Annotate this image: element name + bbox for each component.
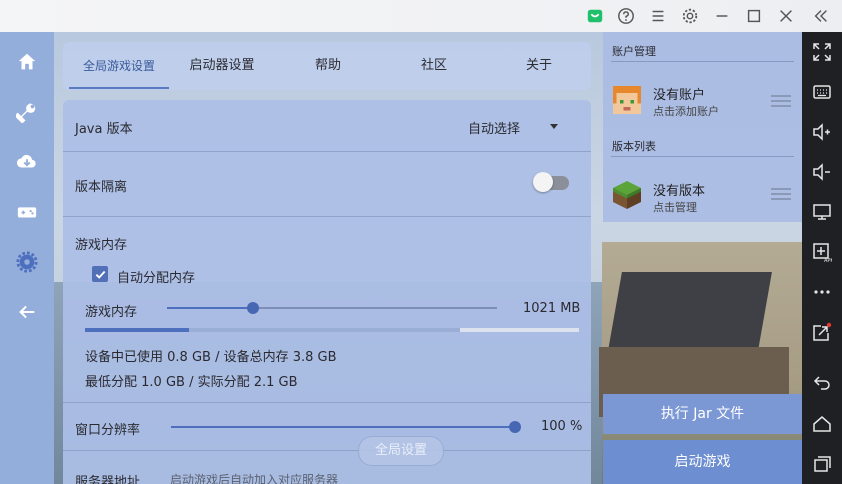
divider: [611, 61, 794, 62]
memory-allocated-segment: [188, 328, 461, 332]
window-titlebar: [0, 0, 842, 32]
java-version-label: Java 版本: [75, 122, 133, 137]
resolution-value: 100 %: [541, 419, 583, 434]
tab-launcher-settings[interactable]: 启动器设置: [169, 42, 275, 90]
account-panel: 账户管理 没有账户 点击添加账户 版本列表 没有版本 点击管理 执行 Jar 文…: [603, 32, 802, 484]
window-resolution-label: 窗口分辨率: [75, 423, 141, 438]
more-icon[interactable]: [812, 282, 832, 302]
versions-section-title: 版本列表: [612, 140, 656, 153]
apk-install-icon[interactable]: APK: [812, 242, 832, 262]
version-name[interactable]: 没有版本: [653, 180, 705, 199]
version-isolation-toggle[interactable]: [533, 172, 569, 192]
run-jar-button[interactable]: 执行 Jar 文件: [603, 394, 802, 434]
list-icon[interactable]: [771, 94, 791, 108]
divider: [611, 156, 794, 157]
home-icon[interactable]: [812, 414, 832, 434]
divider: [63, 450, 591, 451]
version-hint[interactable]: 点击管理: [653, 199, 697, 215]
gamepad-icon[interactable]: [13, 198, 41, 226]
settings-panel: 全局游戏设置 启动器设置 帮助 社区 关于 Java 版本 自动选择 版本隔离 …: [63, 42, 591, 484]
memory-used-segment: [85, 328, 189, 332]
chevron-down-icon[interactable]: [550, 124, 558, 129]
store-icon[interactable]: [585, 6, 605, 26]
close-icon[interactable]: [776, 6, 796, 26]
keyboard-icon[interactable]: [812, 82, 832, 102]
account-name[interactable]: 没有账户: [653, 84, 705, 103]
memory-usage-bar: [85, 328, 579, 332]
emulator-toolbar: APK: [802, 32, 842, 484]
back-arrow-icon[interactable]: [13, 298, 41, 326]
list-icon[interactable]: [771, 187, 791, 201]
screen-icon[interactable]: [812, 202, 832, 222]
volume-down-icon[interactable]: [812, 162, 832, 182]
launch-game-button[interactable]: 启动游戏: [603, 440, 802, 484]
minimize-icon[interactable]: [712, 6, 732, 26]
tab-community[interactable]: 社区: [381, 42, 487, 90]
share-icon[interactable]: [812, 322, 832, 342]
recent-apps-icon[interactable]: [812, 454, 832, 474]
auto-alloc-label: 自动分配内存: [117, 271, 196, 286]
left-nav: [0, 32, 54, 484]
divider: [63, 151, 591, 152]
tab-global-game-settings[interactable]: 全局游戏设置: [69, 42, 169, 90]
allocation-info: 最低分配 1.0 GB / 实际分配 2.1 GB: [85, 375, 298, 390]
settings-card: Java 版本 自动选择 版本隔离 游戏内存 自动分配内存 游戏内存 1021 …: [63, 100, 591, 484]
divider: [63, 216, 591, 217]
grass-block-icon: [613, 181, 641, 209]
account-hint[interactable]: 点击添加账户: [653, 103, 719, 119]
active-tab-indicator: [69, 87, 169, 89]
help-icon[interactable]: [616, 6, 636, 26]
home-icon[interactable]: [13, 48, 41, 76]
account-section-title: 账户管理: [612, 45, 656, 58]
resolution-slider-thumb[interactable]: [509, 421, 521, 433]
memory-value: 1021 MB: [523, 301, 581, 316]
divider: [63, 402, 591, 403]
tab-bar: 全局游戏设置 启动器设置 帮助 社区 关于: [63, 42, 591, 90]
version-isolation-label: 版本隔离: [75, 180, 128, 195]
memory-slider-label: 游戏内存: [85, 305, 138, 320]
tab-help[interactable]: 帮助: [275, 42, 381, 90]
settings-icon[interactable]: [680, 6, 700, 26]
maximize-icon[interactable]: [744, 6, 764, 26]
collapse-icon[interactable]: [811, 6, 831, 26]
global-settings-floating-button[interactable]: 全局设置: [358, 436, 444, 466]
settings-icon[interactable]: [13, 248, 41, 276]
back-icon[interactable]: [812, 372, 832, 392]
toggle-knob: [533, 172, 553, 192]
avatar: [613, 86, 641, 114]
server-address-hint: 启动游戏后自动加入对应服务器: [170, 473, 339, 484]
memory-slider-thumb[interactable]: [246, 302, 259, 314]
download-icon[interactable]: [13, 148, 41, 176]
device-memory-usage: 设备中已使用 0.8 GB / 设备总内存 3.8 GB: [85, 350, 337, 365]
wrench-icon[interactable]: [13, 98, 41, 126]
game-memory-section-title: 游戏内存: [75, 238, 128, 253]
auto-alloc-checkbox[interactable]: [92, 266, 108, 282]
server-address-label: 服务器地址: [75, 475, 141, 484]
volume-up-icon[interactable]: [812, 122, 832, 142]
svg-text:APK: APK: [824, 258, 832, 262]
tab-about[interactable]: 关于: [487, 42, 591, 90]
memory-slider-fill: [167, 307, 253, 309]
menu-icon[interactable]: [648, 6, 668, 26]
resolution-slider-fill: [171, 426, 515, 428]
account-panel-top: 账户管理 没有账户 点击添加账户 版本列表 没有版本 点击管理: [603, 32, 802, 222]
java-version-select[interactable]: 自动选择: [468, 118, 520, 137]
fullscreen-icon[interactable]: [812, 42, 832, 62]
